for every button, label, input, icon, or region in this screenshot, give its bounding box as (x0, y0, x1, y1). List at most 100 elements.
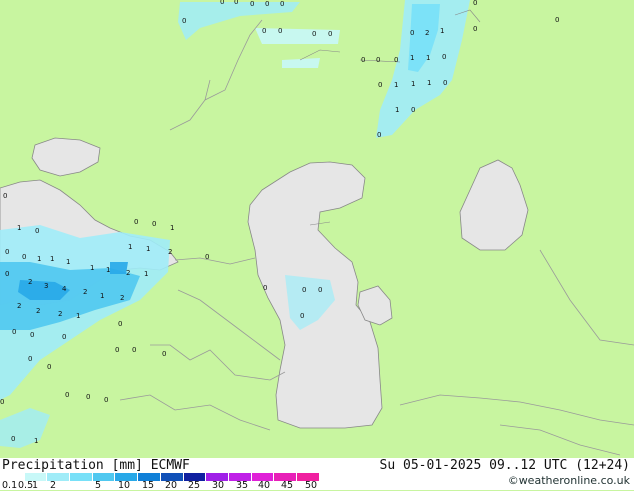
map-value: 0 (361, 56, 365, 64)
map-value: 0 (328, 30, 332, 38)
map-value: 0 (443, 79, 447, 87)
map-value: 0 (377, 131, 381, 139)
color-tick-label: 10 (118, 480, 131, 491)
map-title: Precipitation [mm] ECMWF (2, 458, 190, 473)
map-value: 0 (205, 253, 209, 261)
map-value: 0 (250, 0, 254, 8)
color-tick-label: 5 (95, 480, 102, 491)
map-value: 0 (62, 333, 66, 341)
map-value: 0 (30, 331, 34, 339)
color-tick-label: 15 (142, 480, 155, 491)
map-value: 0 (118, 320, 122, 328)
color-tick-label: 2 (50, 480, 57, 491)
valid-time: Su 05-01-2025 09..12 UTC (12+24) (379, 458, 630, 473)
map-value: 1 (106, 266, 110, 274)
map-value: 1 (427, 79, 431, 87)
map-value: 1 (170, 224, 174, 232)
map-value: 0 (263, 284, 267, 292)
map-value: 2 (425, 29, 429, 37)
map-value: 2 (17, 302, 21, 310)
map-value: 1 (394, 81, 398, 89)
map-value: 1 (17, 224, 21, 232)
credit-link[interactable]: ©weatheronline.co.uk (508, 474, 630, 487)
map-value: 0 (162, 350, 166, 358)
map-value: 2 (83, 288, 87, 296)
map-value: 2 (126, 269, 130, 277)
map-value: 0 (410, 29, 414, 37)
map-value: 0 (47, 363, 51, 371)
precipitation-map: 0 0 0 0 0 0 0 0 0 0 0 0 0 2 1 0 0 0 0 1 … (0, 0, 634, 458)
map-value: 1 (90, 264, 94, 272)
map-value: 2 (28, 278, 32, 286)
map-value: 1 (411, 80, 415, 88)
map-value: 0 (12, 328, 16, 336)
color-tick-label: 45 (281, 480, 294, 491)
map-value: 0 (278, 27, 282, 35)
color-tick-label: 1 (32, 480, 39, 491)
map-value: 0 (302, 286, 306, 294)
map-value: 0 (182, 17, 186, 25)
color-scale-ticks: 0.1 0.5 1 2 5 10 15 20 25 30 35 40 45 50 (0, 480, 340, 491)
map-value: 1 (34, 437, 38, 445)
map-value: 0 (132, 346, 136, 354)
map-value: 1 (50, 255, 54, 263)
map-value: 1 (395, 106, 399, 114)
color-tick-label: 25 (188, 480, 201, 491)
color-tick-label: 0.5 (18, 480, 34, 491)
color-tick-label: 30 (212, 480, 225, 491)
map-value: 0 (555, 16, 559, 24)
map-value: 0 (5, 248, 9, 256)
map-value: 0 (411, 106, 415, 114)
map-value: 0 (0, 398, 4, 406)
map-value: 4 (62, 285, 67, 293)
map-value: 0 (35, 227, 39, 235)
map-value: 0 (318, 286, 322, 294)
map-value: 0 (262, 27, 266, 35)
map-value: 1 (426, 54, 430, 62)
map-value: 0 (265, 0, 269, 8)
map-value: 0 (300, 312, 304, 320)
map-value: 1 (128, 243, 132, 251)
map-value: 0 (394, 56, 398, 64)
map-value: 0 (134, 218, 138, 226)
map-footer: Precipitation [mm] ECMWF Su 05-01-2025 0… (0, 458, 634, 491)
map-value: 0 (473, 25, 477, 33)
color-tick-label: 0.1 (2, 480, 18, 491)
map-value: 0 (152, 220, 156, 228)
map-value: 0 (65, 391, 69, 399)
map-value: 0 (473, 0, 477, 7)
map-value: 2 (168, 248, 172, 256)
map-value: 3 (44, 282, 48, 290)
map-value: 1 (76, 312, 80, 320)
map-value: 2 (120, 294, 124, 302)
map-value: 0 (3, 192, 7, 200)
map-value: 1 (440, 27, 444, 35)
map-value: 1 (100, 292, 104, 300)
map-value: 0 (376, 56, 380, 64)
map-value: 0 (104, 396, 108, 404)
map-value: 0 (442, 53, 446, 61)
map-value: 0 (22, 253, 26, 261)
map-value: 0 (312, 30, 316, 38)
map-value: 0 (86, 393, 90, 401)
map-value: 0 (378, 81, 382, 89)
map-value: 2 (58, 310, 62, 318)
map-value: 0 (28, 355, 32, 363)
map-value: 0 (220, 0, 224, 6)
map-value: 0 (11, 435, 15, 443)
map-value: 0 (115, 346, 119, 354)
map-value: 1 (37, 255, 41, 263)
map-value: 1 (146, 245, 150, 253)
map-canvas: 0 0 0 0 0 0 0 0 0 0 0 0 0 2 1 0 0 0 0 1 … (0, 0, 634, 458)
map-value: 0 (234, 0, 238, 6)
color-tick-label: 50 (305, 480, 318, 491)
color-tick-label: 40 (258, 480, 271, 491)
color-tick-label: 20 (165, 480, 178, 491)
color-tick-label: 35 (236, 480, 249, 491)
map-value: 0 (280, 0, 284, 8)
map-value: 1 (66, 258, 70, 266)
map-value: 0 (5, 270, 9, 278)
map-value: 1 (144, 270, 148, 278)
map-value: 1 (410, 54, 414, 62)
map-value: 2 (36, 307, 40, 315)
